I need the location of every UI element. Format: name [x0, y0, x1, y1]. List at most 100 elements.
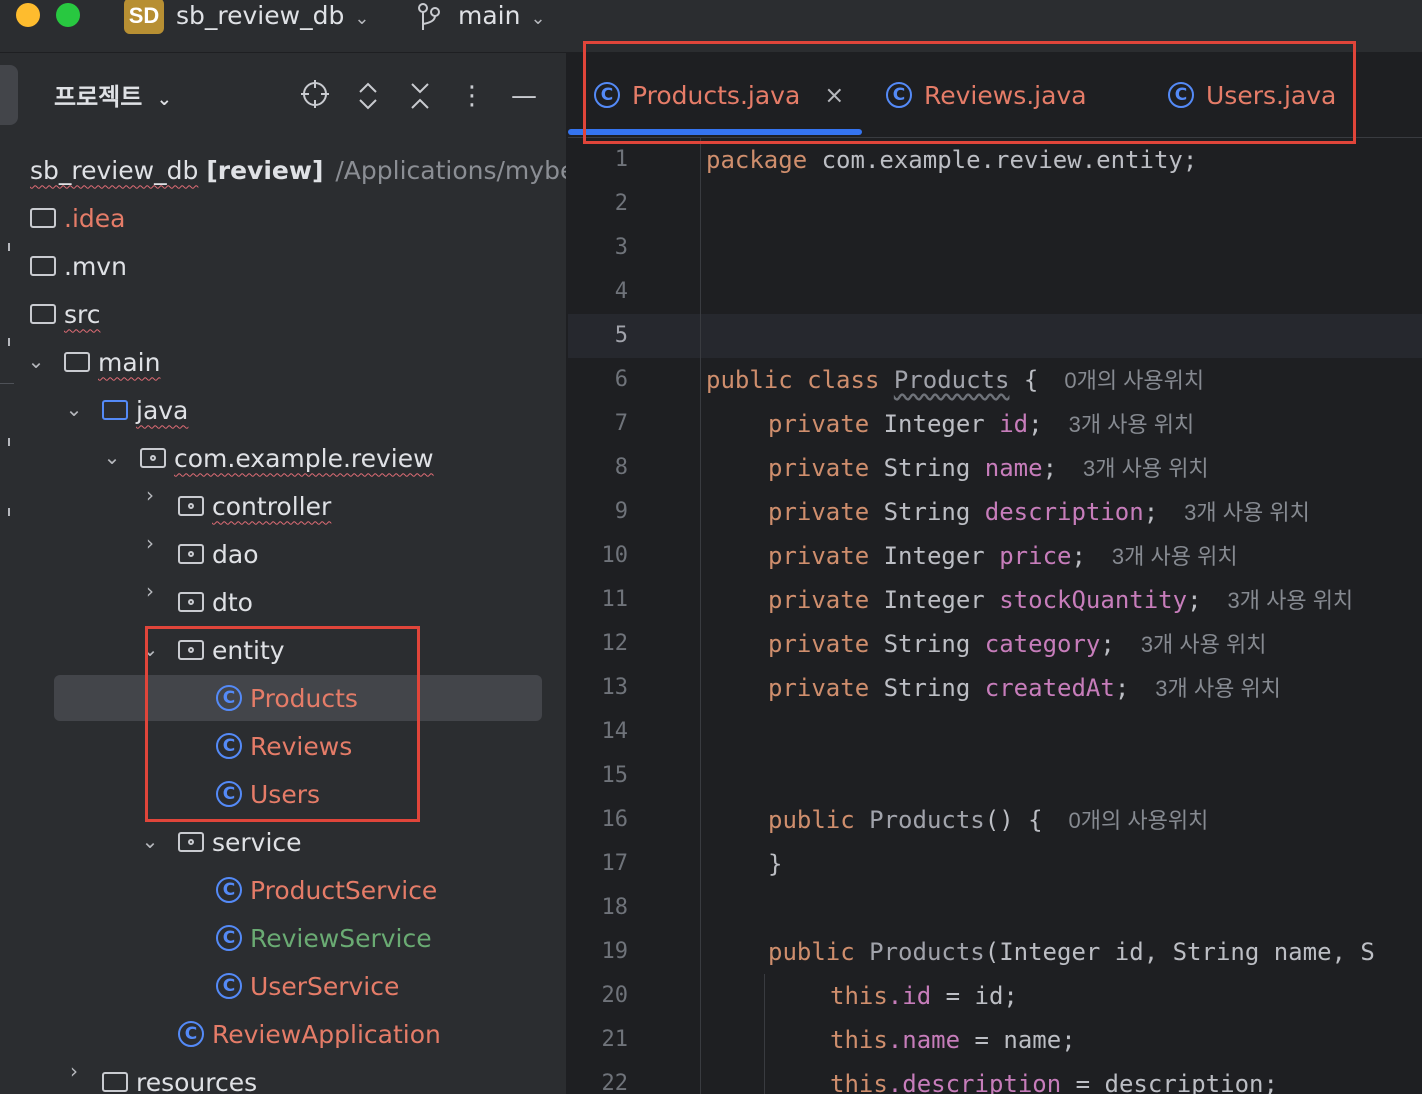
expand-all-icon[interactable]	[351, 79, 385, 113]
line-number: 8	[614, 455, 628, 480]
usage-hint[interactable]: 3개 사용 위치	[1228, 588, 1354, 613]
collapse-all-icon[interactable]	[403, 79, 437, 113]
constructor-name: Products	[869, 806, 985, 834]
current-line-highlight	[568, 314, 1422, 358]
line-number: 19	[601, 939, 629, 964]
code-editor[interactable]: 1 2 3 4 5 6 7 8 9 10 11 12 13 14 15 16 1…	[568, 138, 1422, 1094]
usage-hint[interactable]: 3개 사용 위치	[1083, 456, 1209, 481]
line-number: 13	[601, 675, 629, 700]
tree-item-idea[interactable]: .idea	[30, 195, 125, 241]
chevron-down-icon: ⌄	[354, 8, 370, 29]
code-text: com.example.review.entity;	[807, 146, 1198, 174]
class-name[interactable]: Products	[894, 366, 1010, 394]
code-keyword: private	[768, 542, 870, 570]
tree-item-review-service[interactable]: C ReviewService	[216, 915, 432, 961]
hide-panel-icon[interactable]: —	[507, 79, 541, 113]
folder-icon	[64, 352, 90, 372]
tree-item-src[interactable]: src	[30, 291, 101, 337]
locate-file-icon[interactable]	[298, 79, 332, 113]
tree-item-service[interactable]: service	[178, 819, 302, 865]
branch-selector[interactable]: main ⌄	[458, 0, 546, 37]
usage-hint[interactable]: 3개 사용 위치	[1155, 676, 1281, 701]
package-icon	[140, 448, 166, 468]
line-number: 11	[601, 587, 629, 612]
tree-item-label: ReviewApplication	[212, 1019, 441, 1049]
tree-item-dto[interactable]: dto	[178, 579, 253, 625]
code-line: private String category; 3개 사용 위치	[768, 630, 1267, 658]
code-line: private Integer price; 3개 사용 위치	[768, 542, 1238, 570]
line-number: 20	[601, 983, 629, 1008]
code-keyword: this	[830, 982, 888, 1010]
tree-item-dao[interactable]: dao	[178, 531, 258, 577]
tree-item-review-application[interactable]: C ReviewApplication	[178, 1011, 441, 1057]
class-icon: C	[216, 877, 242, 903]
structure-tool-icon[interactable]	[0, 338, 10, 346]
field-name: id	[999, 410, 1029, 438]
tree-item-mvn[interactable]: .mvn	[30, 243, 127, 289]
chevron-down-icon[interactable]: ⌄	[140, 829, 160, 853]
project-badge[interactable]: SD	[124, 0, 164, 34]
chevron-right-icon[interactable]: ›	[140, 579, 160, 603]
commit-tool-icon[interactable]	[0, 243, 10, 251]
chevron-down-icon[interactable]: ⌄	[102, 445, 122, 469]
folder-icon	[30, 256, 56, 276]
tree-item-product-service[interactable]: C ProductService	[216, 867, 437, 913]
tree-item-label: ProductService	[250, 875, 438, 905]
chevron-down-icon[interactable]: ⌄	[64, 397, 84, 421]
options-menu-icon[interactable]: ⋮	[455, 79, 489, 113]
resources-folder-icon	[102, 1072, 128, 1092]
code-line: private Integer stockQuantity; 3개 사용 위치	[768, 586, 1354, 614]
code-keyword: this	[830, 1026, 888, 1054]
line-number: 15	[601, 763, 629, 788]
code-line: private String createdAt; 3개 사용 위치	[768, 674, 1281, 702]
code-keyword: private	[768, 498, 870, 526]
line-number: 21	[601, 1027, 629, 1052]
project-view-selector[interactable]: 프로젝트 ⌄	[54, 77, 172, 112]
chevron-right-icon[interactable]: ›	[140, 531, 160, 555]
usage-hint[interactable]: 0개의 사용위치	[1064, 368, 1204, 393]
usage-hint[interactable]: 3개 사용 위치	[1069, 412, 1195, 437]
tree-item-label: controller	[212, 491, 332, 521]
code-line: this.id = id;	[830, 974, 1018, 1018]
usage-hint[interactable]: 3개 사용 위치	[1112, 544, 1238, 569]
project-selector[interactable]: sb_review_db ⌄	[176, 0, 369, 37]
more-tools-icon[interactable]	[0, 508, 10, 516]
tree-root-module[interactable]: sb_review_db [review] /Applications/mybe…	[30, 147, 566, 193]
usage-hint[interactable]: 3개 사용 위치	[1184, 500, 1310, 525]
field-name: createdAt	[984, 674, 1115, 702]
tree-item-label: src	[64, 299, 101, 329]
line-number: 10	[601, 543, 629, 568]
tree-item-java[interactable]: java	[102, 387, 188, 433]
project-panel: 프로젝트 ⌄ ⋮ — sb_review_db [review] /Applic…	[20, 53, 566, 1094]
tree-item-user-service[interactable]: C UserService	[216, 963, 399, 1009]
tree-item-controller[interactable]: controller	[178, 483, 331, 529]
tree-item-label: resources	[136, 1067, 258, 1094]
code-keyword: this	[830, 1070, 888, 1094]
minimize-window-button[interactable]	[16, 3, 40, 27]
class-icon: C	[216, 973, 242, 999]
code-text: (Integer id, String name, S	[984, 938, 1375, 966]
tree-item-main[interactable]: main	[64, 339, 160, 385]
usage-hint[interactable]: 0개의 사용위치	[1069, 808, 1209, 833]
usage-hint[interactable]: 3개 사용 위치	[1141, 632, 1267, 657]
code-keyword: private	[768, 410, 870, 438]
chevron-right-icon[interactable]: ›	[64, 1059, 84, 1083]
tree-item-label: service	[212, 827, 302, 857]
maximize-window-button[interactable]	[56, 3, 80, 27]
project-tool-button[interactable]	[0, 65, 18, 125]
tree-item-resources[interactable]: resources	[102, 1059, 257, 1094]
tree-item-label: com.example.review	[174, 443, 434, 473]
toolstrip-divider	[0, 383, 14, 384]
field-name: price	[999, 542, 1072, 570]
pull-requests-tool-icon[interactable]	[0, 438, 10, 446]
tree-item-label: .mvn	[64, 251, 127, 281]
project-name: sb_review_db	[176, 1, 345, 30]
chevron-down-icon[interactable]: ⌄	[26, 349, 46, 373]
tree-item-package[interactable]: com.example.review	[140, 435, 434, 481]
code-type: String	[883, 498, 971, 526]
panel-title: 프로젝트	[54, 83, 143, 111]
tree-item-label: java	[136, 395, 189, 425]
chevron-right-icon[interactable]: ›	[140, 483, 160, 507]
code-line: private String description; 3개 사용 위치	[768, 498, 1310, 526]
code-line: private Integer id; 3개 사용 위치	[768, 410, 1195, 438]
